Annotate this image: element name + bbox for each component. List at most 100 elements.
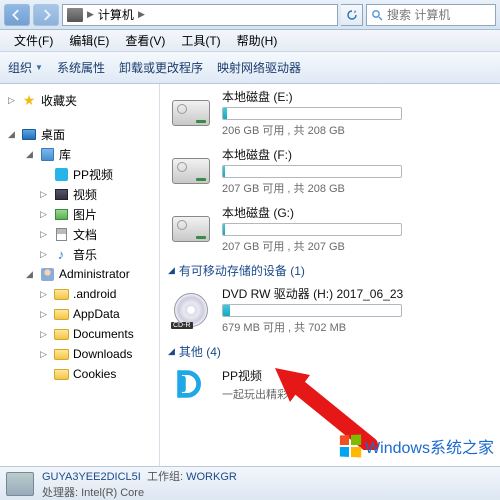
menu-file[interactable]: 文件(F) bbox=[6, 30, 61, 51]
menu-view[interactable]: 查看(V) bbox=[117, 30, 173, 51]
system-properties-button[interactable]: 系统属性 bbox=[57, 59, 105, 76]
titlebar: ▶ 计算机 ▶ 搜索 计算机 bbox=[0, 0, 500, 30]
sidebar-favorites[interactable]: ▷★收藏夹 bbox=[0, 90, 159, 110]
cd-label: CD-R bbox=[171, 322, 193, 329]
sidebar-item-label: .android bbox=[73, 287, 116, 301]
breadcrumb-sep-icon: ▶ bbox=[87, 9, 94, 20]
sidebar-documents[interactable]: ▷Documents bbox=[0, 324, 159, 344]
computer-icon bbox=[6, 472, 34, 496]
organize-button[interactable]: 组织▼ bbox=[8, 59, 43, 76]
capacity-bar bbox=[222, 223, 402, 236]
sidebar-lib-pp[interactable]: PP视频 bbox=[0, 164, 159, 184]
computer-name: GUYA3YEE2DICL5I bbox=[42, 471, 141, 483]
drive-dvd[interactable]: CD-R DVD RW 驱动器 (H:) 2017_06_23 679 MB 可… bbox=[170, 285, 500, 335]
sidebar-item-label: PP视频 bbox=[73, 166, 113, 183]
expand-arrow-icon: ▷ bbox=[8, 95, 17, 106]
expand-arrow-icon: ▷ bbox=[40, 209, 49, 220]
group-label: 有可移动存储的设备 (1) bbox=[179, 262, 305, 279]
folder-icon bbox=[53, 327, 69, 341]
folder-icon bbox=[53, 287, 69, 301]
workgroup-label: 工作组: bbox=[147, 471, 183, 483]
computer-icon bbox=[67, 8, 83, 22]
sidebar-item-label: AppData bbox=[73, 307, 120, 321]
address-bar[interactable]: ▶ 计算机 ▶ bbox=[62, 4, 338, 26]
drive-stats: 207 GB 可用 , 共 208 GB bbox=[222, 180, 500, 196]
expand-arrow-icon: ▷ bbox=[40, 229, 49, 240]
breadcrumb-location[interactable]: 计算机 bbox=[98, 6, 134, 23]
chevron-down-icon: ▼ bbox=[35, 63, 43, 72]
breadcrumb-sep-icon: ▶ bbox=[138, 9, 145, 20]
forward-button[interactable] bbox=[33, 4, 59, 26]
search-input[interactable]: 搜索 计算机 bbox=[366, 4, 496, 26]
sidebar-lib-documents[interactable]: ▷ 文档 bbox=[0, 224, 159, 244]
sidebar-cookies[interactable]: Cookies bbox=[0, 364, 159, 384]
other-name: PP视频 bbox=[222, 367, 500, 384]
cpu-label: 处理器: bbox=[42, 487, 78, 499]
capacity-bar bbox=[222, 304, 402, 317]
sidebar-downloads[interactable]: ▷ Downloads bbox=[0, 344, 159, 364]
sidebar-item-label: 音乐 bbox=[73, 246, 97, 263]
sidebar-item-label: 视频 bbox=[73, 186, 97, 203]
toolbar: 组织▼ 系统属性 卸载或更改程序 映射网络驱动器 bbox=[0, 52, 500, 84]
expand-arrow-icon: ▷ bbox=[40, 289, 49, 300]
map-network-drive-button[interactable]: 映射网络驱动器 bbox=[217, 59, 301, 76]
sidebar-android[interactable]: ▷ .android bbox=[0, 284, 159, 304]
drive-name: 本地磁盘 (E:) bbox=[222, 88, 500, 105]
sidebar-item-label: Cookies bbox=[73, 367, 116, 381]
capacity-bar bbox=[222, 107, 402, 120]
hdd-icon bbox=[170, 153, 212, 189]
sidebar-lib-video[interactable]: ▷视频 bbox=[0, 184, 159, 204]
expand-arrow-icon: ▷ bbox=[40, 349, 49, 360]
documents-icon bbox=[53, 227, 69, 241]
desktop-icon bbox=[21, 127, 37, 141]
drive-f[interactable]: 本地磁盘 (F:) 207 GB 可用 , 共 208 GB bbox=[170, 146, 500, 196]
user-icon bbox=[39, 267, 55, 281]
workgroup-value: WORKGR bbox=[186, 471, 237, 483]
sidebar-item-label: Administrator bbox=[59, 267, 130, 281]
expand-arrow-icon: ▷ bbox=[40, 249, 49, 260]
sidebar-item-label: 文档 bbox=[73, 226, 97, 243]
refresh-button[interactable] bbox=[341, 4, 363, 26]
video-icon bbox=[53, 187, 69, 201]
sidebar-appdata[interactable]: ▷ AppData bbox=[0, 304, 159, 324]
back-button[interactable] bbox=[4, 4, 30, 26]
sidebar-item-label: Documents bbox=[73, 327, 134, 341]
drive-stats: 679 MB 可用 , 共 702 MB bbox=[222, 319, 500, 335]
uninstall-programs-button[interactable]: 卸载或更改程序 bbox=[119, 59, 203, 76]
expand-arrow-icon: ▷ bbox=[40, 309, 49, 320]
libraries-icon bbox=[39, 147, 55, 161]
group-other[interactable]: ◢ 其他 (4) bbox=[168, 343, 500, 360]
collapse-arrow-icon: ◢ bbox=[26, 269, 35, 280]
sidebar-libraries[interactable]: ◢库 bbox=[0, 144, 159, 164]
sidebar-lib-pictures[interactable]: ▷ 图片 bbox=[0, 204, 159, 224]
cpu-value: Intel(R) Core bbox=[81, 487, 144, 499]
sidebar-item-label: Downloads bbox=[73, 347, 132, 361]
search-placeholder: 搜索 计算机 bbox=[387, 6, 450, 23]
hdd-icon bbox=[170, 211, 212, 247]
menu-tools[interactable]: 工具(T) bbox=[173, 30, 228, 51]
collapse-arrow-icon: ◢ bbox=[168, 346, 175, 357]
sidebar-lib-music[interactable]: ▷♪音乐 bbox=[0, 244, 159, 264]
pp-icon bbox=[170, 366, 212, 402]
drive-g[interactable]: 本地磁盘 (G:) 207 GB 可用 , 共 207 GB bbox=[170, 204, 500, 254]
collapse-arrow-icon: ◢ bbox=[168, 265, 175, 276]
drive-stats: 206 GB 可用 , 共 208 GB bbox=[222, 122, 500, 138]
menu-help[interactable]: 帮助(H) bbox=[229, 30, 286, 51]
drive-stats: 207 GB 可用 , 共 207 GB bbox=[222, 238, 500, 254]
drive-e[interactable]: 本地磁盘 (E:) 206 GB 可用 , 共 208 GB bbox=[170, 88, 500, 138]
sidebar-desktop[interactable]: ◢桌面 bbox=[0, 124, 159, 144]
watermark-text: Windows系统之家 bbox=[365, 434, 494, 458]
sidebar-item-label: 图片 bbox=[73, 206, 97, 223]
group-label: 其他 (4) bbox=[179, 343, 221, 360]
sidebar-administrator[interactable]: ◢ Administrator bbox=[0, 264, 159, 284]
hdd-icon bbox=[170, 95, 212, 131]
search-icon bbox=[371, 9, 383, 21]
menubar: 文件(F) 编辑(E) 查看(V) 工具(T) 帮助(H) bbox=[0, 30, 500, 52]
content-pane: 本地磁盘 (E:) 206 GB 可用 , 共 208 GB 本地磁盘 (F:)… bbox=[160, 84, 500, 466]
group-removable[interactable]: ◢ 有可移动存储的设备 (1) bbox=[168, 262, 500, 279]
menu-edit[interactable]: 编辑(E) bbox=[61, 30, 117, 51]
sidebar-item-label: 桌面 bbox=[41, 126, 65, 143]
statusbar: GUYA3YEE2DICL5I 工作组: WORKGR 处理器: Intel(R… bbox=[0, 466, 500, 500]
dvd-icon: CD-R bbox=[170, 292, 212, 328]
other-ppvideo[interactable]: PP视频 一起玩出精彩 bbox=[170, 366, 500, 402]
